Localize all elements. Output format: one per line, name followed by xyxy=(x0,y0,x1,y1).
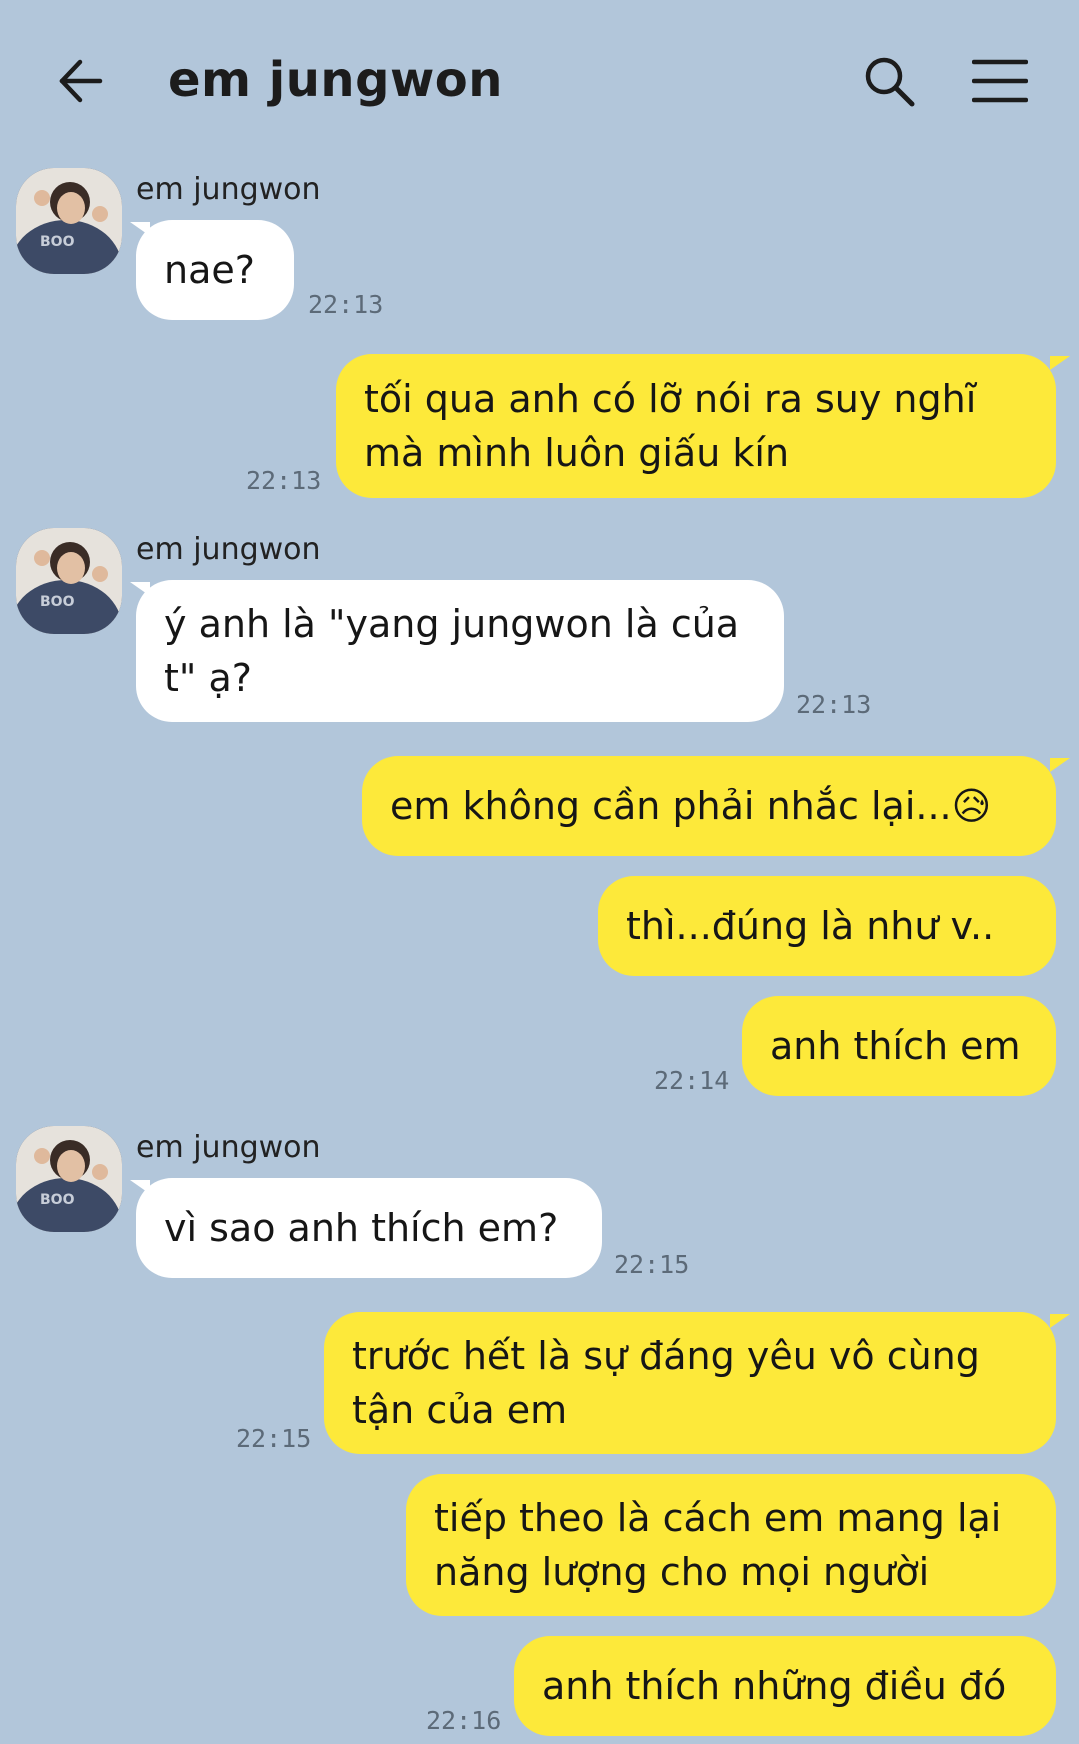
message-bubble-outgoing[interactable]: trước hết là sự đáng yêu vô cùng tận của… xyxy=(324,1312,1056,1454)
message-bubble-outgoing[interactable]: tiếp theo là cách em mang lại năng lượng… xyxy=(406,1474,1056,1616)
arrow-left-icon[interactable] xyxy=(56,56,106,106)
message-text: vì sao anh thích em? xyxy=(164,1206,559,1250)
contact-avatar[interactable]: BOO xyxy=(16,168,122,274)
message-time: 22:13 xyxy=(246,466,322,495)
message-bubble-outgoing[interactable]: thì...đúng là như v.. xyxy=(598,876,1056,976)
contact-avatar[interactable]: BOO xyxy=(16,1126,122,1232)
search-icon[interactable] xyxy=(862,54,916,108)
message-bubble-incoming[interactable]: ý anh là "yang jungwon là của t" ạ? xyxy=(136,580,784,722)
message-text: tiếp theo là cách em mang lại năng lượng… xyxy=(434,1496,1002,1594)
message-time: 22:13 xyxy=(796,690,872,719)
message-text: trước hết là sự đáng yêu vô cùng tận của… xyxy=(352,1334,980,1432)
message-bubble-outgoing[interactable]: em không cần phải nhắc lại...😥 xyxy=(362,756,1056,856)
message-time: 22:14 xyxy=(654,1066,730,1095)
message-text: nae? xyxy=(164,248,255,292)
message-text: anh thích những điều đó xyxy=(542,1664,1007,1708)
message-text: thì...đúng là như v.. xyxy=(626,904,995,948)
svg-text:BOO: BOO xyxy=(40,234,75,250)
sender-name: em jungwon xyxy=(136,1130,321,1165)
svg-text:BOO: BOO xyxy=(40,1192,75,1208)
svg-text:BOO: BOO xyxy=(40,594,75,610)
message-bubble-incoming[interactable]: nae? xyxy=(136,220,294,320)
message-bubble-incoming[interactable]: vì sao anh thích em? xyxy=(136,1178,602,1278)
message-time: 22:13 xyxy=(308,290,384,319)
bubble-tail xyxy=(1050,356,1070,370)
message-text: anh thích em xyxy=(770,1024,1021,1068)
bubble-tail xyxy=(1050,1314,1070,1328)
hamburger-menu-icon[interactable] xyxy=(972,58,1028,104)
sender-name: em jungwon xyxy=(136,532,321,567)
message-time: 22:15 xyxy=(614,1250,690,1279)
message-time: 22:16 xyxy=(426,1706,502,1735)
message-bubble-outgoing[interactable]: anh thích những điều đó xyxy=(514,1636,1056,1736)
chat-title: em jungwon xyxy=(168,52,503,108)
message-bubble-outgoing[interactable]: anh thích em xyxy=(742,996,1056,1096)
bubble-tail xyxy=(1050,758,1070,772)
message-text: ý anh là "yang jungwon là của t" ạ? xyxy=(164,602,740,700)
sender-name: em jungwon xyxy=(136,172,321,207)
message-bubble-outgoing[interactable]: tối qua anh có lỡ nói ra suy nghĩ mà mìn… xyxy=(336,354,1056,498)
message-text: em không cần phải nhắc lại...😥 xyxy=(390,784,992,828)
message-time: 22:15 xyxy=(236,1424,312,1453)
message-text: tối qua anh có lỡ nói ra suy nghĩ mà mìn… xyxy=(364,377,977,475)
contact-avatar[interactable]: BOO xyxy=(16,528,122,634)
chat-header: em jungwon xyxy=(0,0,1079,160)
